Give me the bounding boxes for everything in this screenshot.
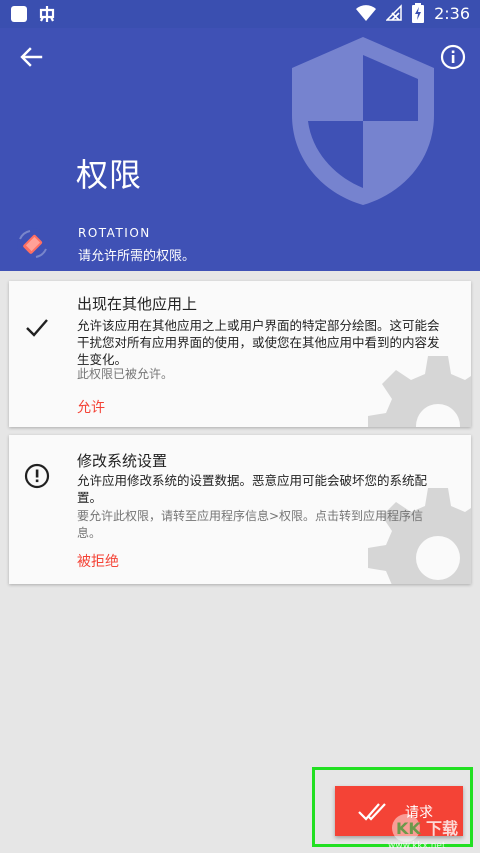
rotation-app-icon[interactable] (16, 227, 50, 261)
svg-text:KK: KK (396, 819, 421, 838)
status-time: 2:36 (434, 3, 470, 23)
permission-title: 修改系统设置 (77, 452, 168, 470)
status-bar: 2:36 (0, 0, 480, 28)
permission-status-note: 要允许此权限，请转至应用程序信息>权限。点击转到应用程序信 息。 (77, 509, 424, 540)
back-arrow-icon[interactable] (16, 42, 46, 72)
info-icon[interactable] (438, 42, 468, 72)
square-notification-icon (11, 6, 27, 22)
header-subtitle: 请允许所需的权限。 (78, 249, 196, 264)
svg-text:www.kkx.net: www.kkx.net (388, 841, 446, 851)
permission-card-overlay[interactable]: 出现在其他应用上 允许该应用在其他应用之上或用户界面的特定部分绘图。这可能会 干… (9, 281, 471, 427)
no-signal-icon (386, 4, 402, 21)
app-notification-icon (39, 6, 55, 22)
wifi-icon (356, 5, 377, 21)
shield-icon (292, 37, 434, 205)
permission-status-note: 此权限已被允许。 (77, 367, 174, 381)
permission-description: 允许应用修改系统的设置数据。恶意应用可能会破坏您的系统配 置。 (77, 473, 428, 505)
app-name: ROTATION (78, 226, 151, 240)
permission-description: 允许该应用在其他应用之上或用户界面的特定部分绘图。这可能会 干扰您对所有应用界面… (77, 318, 440, 367)
permissions-header: 权限 ROTATION 请允许所需的权限。 (0, 28, 480, 271)
status-bar-left (10, 5, 56, 23)
battery-charging-icon (412, 3, 425, 23)
permission-title: 出现在其他应用上 (77, 295, 198, 313)
status-bar-right: 2:36 (356, 3, 470, 23)
kkx-watermark-logo: KK 下载 www.kkx.net (388, 814, 458, 851)
permission-card-write-settings[interactable]: 修改系统设置 允许应用修改系统的设置数据。恶意应用可能会破坏您的系统配 置。 要… (9, 435, 471, 584)
svg-text:下载: 下载 (426, 819, 458, 838)
check-icon (26, 319, 48, 337)
alert-circle-icon (24, 463, 50, 489)
permission-action-allow[interactable]: 允许 (77, 397, 105, 417)
page-title: 权限 (76, 156, 143, 194)
permission-action-denied[interactable]: 被拒绝 (77, 551, 119, 571)
